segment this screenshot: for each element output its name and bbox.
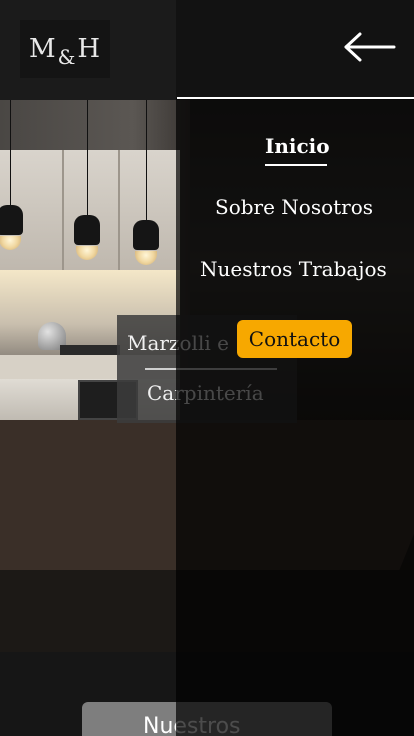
logo-ampersand: &	[57, 45, 77, 69]
pendant-wire	[87, 100, 88, 220]
cabinet-seam	[118, 150, 120, 270]
arrow-left-icon[interactable]	[342, 30, 396, 64]
pendant-wire	[146, 100, 147, 225]
active-underline	[265, 164, 327, 166]
pendant-lamp	[0, 205, 23, 235]
nav-item-contacto[interactable]: Contacto	[237, 320, 352, 358]
cabinet-seam	[62, 150, 64, 270]
nav-item-inicio[interactable]: Inicio	[265, 134, 330, 158]
logo-letter-h: H	[77, 34, 102, 64]
nav-item-sobre-nosotros[interactable]: Sobre Nosotros	[215, 195, 373, 219]
logo[interactable]: M & H	[20, 20, 110, 78]
logo-letter-m: M	[28, 34, 57, 64]
nav-drawer-divider	[177, 97, 414, 99]
pendant-lamp	[74, 215, 100, 245]
stove	[60, 345, 120, 355]
pendant-lamp	[133, 220, 159, 250]
nav-item-nuestros-trabajos[interactable]: Nuestros Trabajos	[200, 257, 387, 281]
pendant-wire	[10, 100, 11, 210]
nav-drawer	[176, 0, 414, 736]
